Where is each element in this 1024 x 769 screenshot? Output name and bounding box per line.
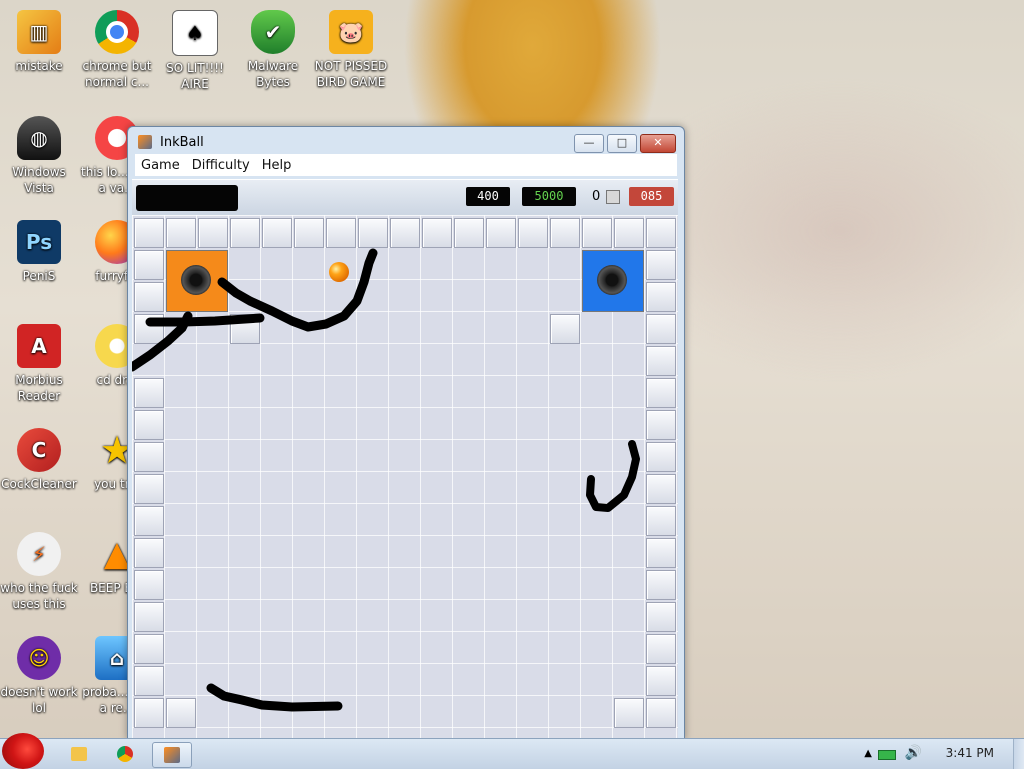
clock[interactable]: 3:41 PM [946, 746, 994, 760]
desktop-icon-bird-game[interactable]: 🐷 NOT PISSED BIRD GAME [312, 10, 390, 90]
menu-bar: Game Difficulty Help [135, 154, 677, 176]
taskbar-folder-button[interactable] [60, 742, 98, 766]
desktop-icon-chrome[interactable]: chrome but normal c... [78, 10, 156, 90]
desktop-icon-photoshop[interactable]: Ps PeniS [0, 220, 78, 284]
desktop-icon-label: Malware Bytes [247, 59, 299, 89]
desktop-icon-label: CockCleaner [1, 477, 77, 491]
desktop-icon-cleaner[interactable]: C CockCleaner [0, 428, 78, 492]
desktop-icon-label: chrome but normal c... [82, 59, 152, 89]
desktop-icon-malwarebytes[interactable]: ✔ Malware Bytes [234, 10, 312, 90]
taskbar: ▲ 🔊 3:41 PM [0, 733, 1024, 769]
menu-game[interactable]: Game [135, 158, 186, 173]
ink-stroke [206, 683, 343, 712]
bird-icon: 🐷 [329, 10, 373, 54]
desktop-icon-windows-vista[interactable]: ◍ Windows Vista [0, 116, 78, 196]
desktop-icon-mistake[interactable]: ▥ mistake [0, 10, 78, 74]
desktop-icon-label: NOT PISSED BIRD GAME [314, 59, 388, 89]
game-board[interactable] [132, 215, 678, 739]
ball-counter-icon [606, 190, 620, 204]
desktop-icon-label: Morbius Reader [15, 373, 63, 403]
desktop-icon-label: who the fuck uses this [0, 581, 78, 611]
score-total: 5000 [522, 187, 576, 206]
desktop-icon-winamp[interactable]: ⚡ who the fuck uses this [0, 532, 78, 612]
folder-icon [71, 747, 87, 761]
menu-help[interactable]: Help [256, 158, 298, 173]
winamp-icon: ⚡ [17, 532, 61, 576]
ink-lines [132, 248, 640, 712]
desktop-icon-label: PeniS [22, 269, 56, 283]
cleaner-icon: C [17, 428, 61, 472]
maximize-button[interactable]: □ [607, 134, 637, 153]
desktop-icon-pdf-reader[interactable]: A Morbius Reader [0, 324, 78, 404]
menu-difficulty[interactable]: Difficulty [186, 158, 256, 173]
score-target: 400 [466, 187, 510, 206]
taskbar-inkball-button[interactable] [152, 742, 192, 768]
desktop-icon-label: mistake [15, 59, 63, 73]
window-title: InkBall [160, 134, 204, 150]
show-desktop-button[interactable] [1013, 739, 1024, 769]
inkball-icon [164, 747, 180, 763]
desktop-icon-yahoo[interactable]: ☺ doesn't work lol [0, 636, 78, 716]
bin-icon: ◍ [17, 116, 61, 160]
score-panel: 400 5000 0 085 [132, 179, 678, 217]
pdf-icon: A [17, 324, 61, 368]
app-icon [138, 135, 152, 149]
balls-remaining: 0 [592, 189, 601, 204]
minimize-button[interactable]: — [574, 134, 604, 153]
volume-icon[interactable]: 🔊 [905, 745, 922, 761]
yahoo-icon: ☺ [17, 636, 61, 680]
taskbar-chrome-button[interactable] [106, 742, 144, 766]
start-button[interactable] [2, 733, 44, 769]
desktop-icon-label: SO LIT!!!! AIRE [166, 61, 224, 91]
desktop-icon-solitaire[interactable]: ♠ SO LIT!!!! AIRE [156, 10, 234, 92]
inkball-window: InkBall — □ ✕ Game Difficulty Help 400 5… [127, 126, 685, 740]
battery-icon[interactable] [878, 750, 896, 760]
desktop-icon-label: doesn't work lol [0, 685, 78, 715]
time-remaining: 085 [629, 187, 674, 206]
chrome-icon [95, 10, 139, 54]
ink-stroke [145, 313, 265, 327]
desktop-icon-label: Windows Vista [12, 165, 66, 195]
close-button[interactable]: ✕ [640, 134, 676, 153]
card-icon: ♠ [172, 10, 218, 56]
window-controls: — □ ✕ [574, 134, 676, 153]
status-bar [136, 185, 238, 211]
notification-chevron-icon[interactable]: ▲ [864, 748, 872, 759]
photoshop-icon: Ps [17, 220, 61, 264]
chrome-icon [117, 746, 133, 762]
folder-photo-icon: ▥ [17, 10, 61, 54]
ink-stroke [586, 440, 640, 512]
shield-icon: ✔ [251, 10, 295, 54]
